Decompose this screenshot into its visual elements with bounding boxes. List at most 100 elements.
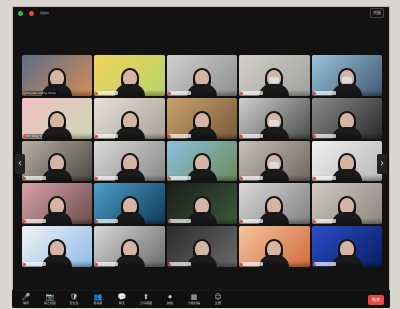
body-shape <box>331 212 362 225</box>
top-bar: 會議ID 視圖 <box>12 6 390 20</box>
participant-tile[interactable] <box>311 140 382 182</box>
mic-muted-icon <box>167 262 171 266</box>
participant-tile[interactable] <box>239 97 310 139</box>
participant-video <box>40 105 74 139</box>
participant-name <box>168 176 191 181</box>
toolbar-item[interactable]: 🛡 安全性 <box>66 294 82 305</box>
participant-tile[interactable] <box>94 97 165 139</box>
participant-tile[interactable] <box>94 226 165 267</box>
participant-name <box>168 90 191 95</box>
participant-tile[interactable]: Mo Yang Yi <box>22 97 93 139</box>
zoom-window: 會議ID 視圖 ‹ › Hayden Cathy Chan Mo Yang Yi … <box>12 6 390 308</box>
participant-tile[interactable] <box>311 226 382 267</box>
view-button[interactable]: 視圖 <box>370 8 384 18</box>
mic-muted-icon <box>312 220 316 224</box>
participant-tile[interactable] <box>22 140 93 182</box>
participant-name <box>313 261 336 266</box>
participant-name <box>241 133 264 138</box>
toolbar-item-label: 安全性 <box>69 301 79 305</box>
toolbar-item-label: 反應 <box>214 301 221 305</box>
meeting-toolbar: 🎤 靜音 📷 停止視訊 🛡 安全性 👥 參與者 💬 聊天 ⬆ 分享畫面 ⏺ 錄製 ▦ 分組討論 ☺ 反應 結束 <box>12 290 390 308</box>
participant-name <box>313 176 336 181</box>
participant-tile[interactable] <box>166 183 238 225</box>
body-shape <box>186 83 217 96</box>
meeting-id-label: 會議ID <box>40 10 50 15</box>
toolbar-item-label: 錄製 <box>166 301 173 305</box>
toolbar-item-label: 參與者 <box>93 301 103 305</box>
toolbar-item-label: 聊天 <box>118 301 125 305</box>
participant-name <box>96 90 119 95</box>
participant-tile[interactable] <box>94 140 165 182</box>
participant-name <box>168 219 191 224</box>
toolbar-item[interactable]: 👥 參與者 <box>90 294 106 305</box>
participant-tile[interactable]: Hayden Cathy Chan <box>22 55 93 96</box>
participant-name <box>241 219 264 224</box>
participant-tile[interactable] <box>166 140 238 182</box>
body-shape <box>259 212 290 225</box>
participant-tile[interactable] <box>239 183 310 225</box>
mic-muted-icon <box>312 262 316 266</box>
participant-tile[interactable] <box>94 55 165 96</box>
participant-tile[interactable] <box>239 140 310 182</box>
participant-name <box>96 219 119 224</box>
body-shape <box>259 126 290 139</box>
toolbar-item[interactable]: 🎤 靜音 <box>18 294 34 305</box>
participant-tile[interactable] <box>311 55 382 96</box>
mic-muted-icon <box>167 134 171 138</box>
chevron-left-icon: ‹ <box>18 158 22 169</box>
share-screen-icon: ⬆ <box>143 293 149 301</box>
toolbar-item[interactable]: 💬 聊天 <box>114 294 130 305</box>
record-icon: ⏺ <box>168 293 172 301</box>
body-shape <box>114 254 145 267</box>
toolbar-item[interactable]: ▦ 分組討論 <box>186 294 202 305</box>
toolbar-item[interactable]: ☺ 反應 <box>210 294 226 305</box>
recording-dot <box>29 10 34 16</box>
mic-muted-icon <box>23 134 26 138</box>
chevron-right-icon: › <box>380 158 384 169</box>
participant-tile[interactable] <box>166 97 238 139</box>
body-shape <box>114 126 145 139</box>
camera-icon: 📷 <box>45 293 55 301</box>
participant-name <box>24 219 46 224</box>
toolbar-item[interactable]: 📷 停止視訊 <box>42 294 58 305</box>
participant-tile[interactable] <box>166 226 238 267</box>
participant-tile[interactable] <box>94 183 165 225</box>
body-shape <box>114 169 145 182</box>
participant-name <box>168 261 191 266</box>
participant-tile[interactable] <box>166 55 238 96</box>
body-shape <box>259 169 290 182</box>
toolbar-item[interactable]: ⏺ 錄製 <box>162 294 178 305</box>
participant-tile[interactable] <box>239 226 310 267</box>
mic-muted-icon <box>240 91 244 95</box>
toolbar-item-label: 停止視訊 <box>43 301 56 305</box>
end-meeting-button[interactable]: 結束 <box>368 294 384 305</box>
next-page-button[interactable]: › <box>377 154 387 174</box>
body-shape <box>331 126 362 139</box>
mic-muted-icon <box>23 91 26 95</box>
body-shape <box>42 254 73 267</box>
toolbar-item-label: 靜音 <box>22 301 29 305</box>
participant-tile[interactable] <box>239 55 310 96</box>
participant-tile[interactable] <box>22 226 93 267</box>
participant-name <box>241 90 264 95</box>
participant-tile[interactable] <box>22 183 93 225</box>
participant-name <box>168 133 191 138</box>
participant-name <box>313 90 336 95</box>
prev-page-button[interactable]: ‹ <box>15 154 25 174</box>
participant-name <box>313 133 336 138</box>
participant-tile[interactable] <box>311 97 382 139</box>
toolbar-item[interactable]: ⬆ 分享畫面 <box>138 294 154 305</box>
mic-muted-icon <box>312 91 316 95</box>
participant-name <box>96 133 119 138</box>
participants-grid: Hayden Cathy Chan Mo Yang Yi <box>22 55 382 267</box>
mic-muted-icon <box>312 134 316 138</box>
users-icon: 👥 <box>93 293 103 301</box>
shield-icon: 🛡 <box>69 293 79 301</box>
toolbar-item-label: 分享畫面 <box>139 301 152 305</box>
participant-tile[interactable] <box>311 183 382 225</box>
body-shape <box>42 212 73 225</box>
reaction-icon: ☺ <box>214 293 222 301</box>
participant-name <box>96 261 119 266</box>
mic-muted-icon <box>23 262 26 266</box>
participant-name <box>241 261 264 266</box>
